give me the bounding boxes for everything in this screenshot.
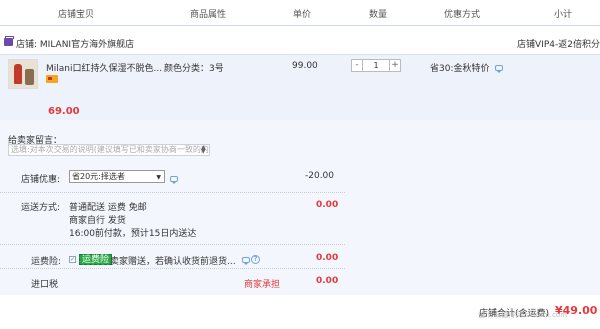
divider	[0, 192, 345, 193]
shop-icon	[4, 36, 14, 46]
shipping-method: 普通配送 运费 免邮	[69, 203, 147, 213]
message-placeholder: 选填:对本次交易的说明(建议填写已和卖家协商一致的内容)	[11, 145, 210, 154]
chat-icon[interactable]	[242, 257, 250, 265]
product-thumbnail[interactable]	[8, 59, 38, 89]
quantity-input[interactable]: 1	[363, 59, 389, 72]
help-icon[interactable]: ?	[251, 255, 260, 264]
product-attributes: 颜色分类：3号	[164, 64, 224, 74]
lipstick-image-part	[14, 64, 22, 84]
promotion-text: 省30:金秋特价	[430, 64, 490, 74]
shipping-eta: 16:00前付款，预计15日内送达	[69, 229, 197, 239]
shipping-label: 运送方式:	[21, 203, 61, 213]
chat-icon[interactable]	[495, 65, 503, 73]
coupon-select[interactable]: 省20元:择选者 ▼	[69, 170, 165, 183]
header-shop-item: 店铺宝贝	[58, 10, 95, 20]
chat-icon[interactable]	[170, 176, 178, 184]
cart-item: Milani口红持久保湿不脱色... 颜色分类：3号 99.00 - 1 + 省…	[0, 54, 600, 120]
header-discount: 优惠方式	[444, 10, 481, 20]
shop-vip-info: 店铺VIP4-返2倍积分	[517, 40, 600, 50]
import-tax-note: 商家承担	[244, 280, 281, 290]
message-input[interactable]: 选填:对本次交易的说明(建议填写已和卖家协商一致的内容) ▲ ▼	[8, 144, 210, 156]
credit-card-icon	[46, 75, 58, 83]
import-tax-amount: 0.00	[316, 276, 339, 286]
coupon-label: 店铺优惠:	[21, 175, 61, 185]
header-quantity: 数量	[369, 10, 388, 20]
cart-header: 店铺宝贝 商品属性 单价 数量 优惠方式 小计	[0, 0, 600, 26]
insurance-tag: 运费险	[79, 254, 113, 265]
shop-name-link[interactable]: 店铺: MILANI官方海外旗舰店	[16, 37, 134, 50]
product-price: 99.00	[292, 61, 318, 71]
coupon-amount: -20.00	[305, 171, 335, 181]
coupon-selected-value: 省20元:择选者	[72, 172, 125, 181]
header-subtotal: 小计	[554, 10, 573, 20]
import-tax-label: 进口税	[31, 280, 59, 290]
header-attributes: 商品属性	[190, 10, 227, 20]
order-options: 给卖家留言： 选填:对本次交易的说明(建议填写已和卖家协商一致的内容) ▲ ▼ 店…	[0, 120, 600, 295]
quantity-increase-button[interactable]: +	[389, 59, 401, 72]
quantity-decrease-button[interactable]: -	[351, 59, 363, 72]
item-subtotal: 69.00	[48, 106, 80, 117]
shipping-amount: 0.00	[316, 200, 339, 210]
header-price: 单价	[293, 10, 312, 20]
shop-row: 店铺: MILANI官方海外旗舰店 店铺VIP4-返2倍积分	[0, 35, 600, 53]
insurance-amount: 0.00	[316, 253, 339, 263]
insurance-description: 卖家赠送，若确认收货前退货...	[110, 257, 236, 267]
insurance-label: 运费险:	[31, 257, 62, 267]
lipstick-tube-image-part	[25, 69, 34, 85]
scroll-arrows-icon[interactable]: ▲ ▼	[201, 145, 208, 155]
divider	[0, 244, 345, 245]
chevron-down-icon: ▼	[156, 174, 161, 181]
divider	[0, 268, 345, 269]
product-title-link[interactable]: Milani口红持久保湿不脱色...	[46, 61, 162, 74]
insurance-checkbox[interactable]: ✓	[69, 256, 76, 263]
watermark-text: 值 什么值得买 smzdm.com	[478, 311, 568, 319]
shipping-sender: 商家自行 发货	[69, 216, 126, 226]
